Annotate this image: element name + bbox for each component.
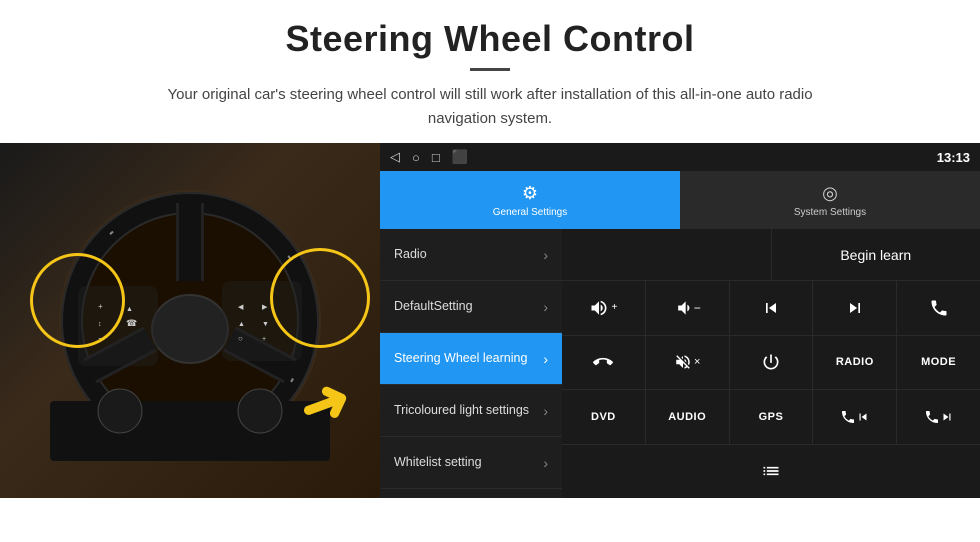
volume-down-button[interactable]: −	[646, 281, 730, 335]
prev-track-button[interactable]	[730, 281, 814, 335]
left-menu: Radio › DefaultSetting › Steering Wheel …	[380, 229, 562, 498]
mute-x: ×	[694, 356, 700, 368]
hang-up-button[interactable]	[562, 336, 646, 390]
volume-down-icon	[674, 298, 694, 318]
menu-steering-label: Steering Wheel learning	[394, 350, 543, 366]
chevron-icon: ›	[543, 247, 548, 263]
menu-icon[interactable]: ⬛	[452, 149, 468, 165]
android-panel: ◁ ○ □ ⬛ 13:13 ⚙ General Settings ◎ Syste…	[380, 143, 980, 498]
svg-text:+: +	[262, 336, 266, 343]
mode-label: MODE	[921, 356, 956, 368]
power-icon	[761, 352, 781, 372]
begin-learn-row: Begin learn	[562, 229, 980, 281]
menu-radio-label: Radio	[394, 246, 543, 262]
status-bar: ◁ ○ □ ⬛ 13:13	[380, 143, 980, 171]
gps-label: GPS	[759, 411, 784, 423]
phone-next-button[interactable]	[897, 390, 980, 444]
phone-answer-button[interactable]	[897, 281, 980, 335]
controls-row-2: × RADIO MODE	[562, 336, 980, 391]
recents-icon[interactable]: □	[432, 150, 440, 165]
blank-cell	[562, 229, 772, 280]
next-track-button[interactable]	[813, 281, 897, 335]
hang-up-icon	[593, 352, 613, 372]
top-section: Steering Wheel Control Your original car…	[0, 0, 980, 143]
menu-item-steering[interactable]: Steering Wheel learning ›	[380, 333, 562, 385]
chevron-icon: ›	[543, 299, 548, 315]
content-area: + ↕ − ▲ ☎ ◀ ▲ ○ ▶ ▼ + ➜ ◁ ○ □ ⬛	[0, 143, 980, 498]
highlight-circle-right	[270, 248, 370, 348]
svg-text:▼: ▼	[262, 321, 269, 328]
controls-row-4	[562, 445, 980, 499]
back-icon[interactable]: ◁	[390, 149, 400, 165]
menu-item-whitelist[interactable]: Whitelist setting ›	[380, 437, 562, 489]
menu-whitelist-label: Whitelist setting	[394, 454, 543, 470]
dvd-button[interactable]: DVD	[562, 390, 646, 444]
vol-up-plus: +	[611, 302, 617, 313]
vol-down-minus: −	[694, 301, 701, 315]
phone-prev-button[interactable]	[813, 390, 897, 444]
highlight-circle-left	[30, 253, 125, 348]
audio-button[interactable]: AUDIO	[646, 390, 730, 444]
svg-text:○: ○	[238, 334, 243, 343]
prev-track-icon	[761, 298, 781, 318]
chevron-icon: ›	[543, 403, 548, 419]
status-left: ◁ ○ □ ⬛	[390, 149, 468, 165]
next-small-icon	[940, 410, 954, 424]
audio-label: AUDIO	[668, 411, 706, 423]
gps-button[interactable]: GPS	[730, 390, 814, 444]
list-button[interactable]	[562, 445, 980, 499]
steering-wheel-panel: + ↕ − ▲ ☎ ◀ ▲ ○ ▶ ▼ + ➜	[0, 143, 380, 498]
phone-icon-small-left	[840, 409, 856, 425]
home-icon[interactable]: ○	[412, 150, 420, 165]
chevron-icon: ›	[543, 455, 548, 471]
menu-controls: Radio › DefaultSetting › Steering Wheel …	[380, 229, 980, 498]
page-title: Steering Wheel Control	[40, 18, 940, 60]
radio-button[interactable]: RADIO	[813, 336, 897, 390]
menu-item-radio[interactable]: Radio ›	[380, 229, 562, 281]
tab-general-label: General Settings	[493, 207, 568, 218]
next-track-icon	[845, 298, 865, 318]
menu-tricoloured-label: Tricoloured light settings	[394, 402, 543, 418]
general-settings-icon: ⚙	[522, 183, 538, 204]
radio-label: RADIO	[836, 356, 874, 368]
controls-grid: + −	[562, 281, 980, 498]
svg-text:☎: ☎	[126, 318, 137, 328]
menu-default-label: DefaultSetting	[394, 298, 543, 314]
volume-up-icon	[589, 298, 609, 318]
svg-text:◀: ◀	[238, 304, 244, 311]
tab-system[interactable]: ◎ System Settings	[680, 171, 980, 229]
phone-icon	[929, 298, 949, 318]
status-time: 13:13	[937, 150, 970, 165]
mute-button[interactable]: ×	[646, 336, 730, 390]
chevron-icon: ›	[543, 351, 548, 367]
tab-bar: ⚙ General Settings ◎ System Settings	[380, 171, 980, 229]
svg-text:▲: ▲	[238, 321, 245, 328]
subtitle: Your original car's steering wheel contr…	[150, 83, 830, 131]
menu-item-tricoloured[interactable]: Tricoloured light settings ›	[380, 385, 562, 437]
controls-row-3: DVD AUDIO GPS	[562, 390, 980, 445]
mode-button[interactable]: MODE	[897, 336, 980, 390]
tab-system-label: System Settings	[794, 207, 866, 218]
phone-icon-small-right	[924, 409, 940, 425]
system-settings-icon: ◎	[822, 183, 838, 204]
begin-learn-button[interactable]: Begin learn	[772, 229, 980, 280]
right-controls: Begin learn +	[562, 229, 980, 498]
dvd-label: DVD	[591, 411, 616, 423]
title-divider	[470, 68, 510, 71]
volume-up-button[interactable]: +	[562, 281, 646, 335]
menu-item-default[interactable]: DefaultSetting ›	[380, 281, 562, 333]
power-button[interactable]	[730, 336, 814, 390]
svg-text:▶: ▶	[262, 304, 268, 311]
prev-small-icon	[856, 410, 870, 424]
mute-icon	[674, 353, 692, 371]
svg-text:▲: ▲	[126, 306, 133, 313]
tab-general[interactable]: ⚙ General Settings	[380, 171, 680, 229]
controls-row-1: + −	[562, 281, 980, 336]
list-icon	[761, 461, 781, 481]
